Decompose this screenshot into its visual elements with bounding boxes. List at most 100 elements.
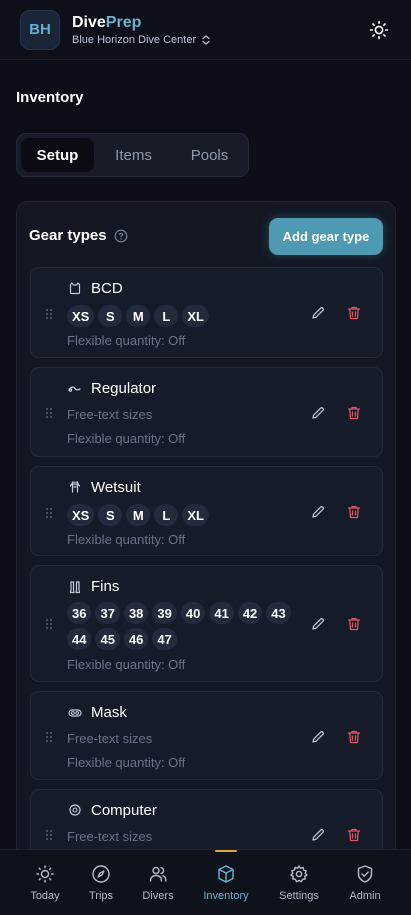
drag-handle-icon[interactable] bbox=[45, 308, 53, 320]
flexible-quantity-status: Flexible quantity: Off bbox=[67, 657, 186, 672]
nav-today[interactable]: Today bbox=[25, 850, 65, 915]
delete-trash-icon[interactable] bbox=[346, 405, 362, 421]
delete-trash-icon[interactable] bbox=[346, 504, 362, 520]
gear-type-card-mask: Mask Free-text sizes Flexible quantity: … bbox=[30, 691, 383, 780]
theme-toggle-sun-icon[interactable] bbox=[369, 20, 389, 40]
app-name: DivePrep bbox=[72, 13, 142, 31]
flexible-quantity-status: Flexible quantity: Off bbox=[67, 333, 186, 348]
nav-label: Admin bbox=[349, 890, 381, 902]
mask-icon bbox=[68, 709, 82, 717]
gear-type-name: BCD bbox=[91, 280, 123, 297]
delete-trash-icon[interactable] bbox=[346, 305, 362, 321]
app-header: BH DivePrep Blue Horizon Dive Center bbox=[0, 0, 411, 60]
computer-icon bbox=[69, 804, 81, 816]
size-chips: 36 37 38 39 40 41 42 43 44 45 46 47 bbox=[67, 602, 307, 650]
size-chip: L bbox=[154, 305, 179, 327]
inventory-tabs: Setup Items Pools bbox=[16, 133, 249, 177]
org-logo[interactable]: BH bbox=[20, 9, 60, 50]
size-chip: 39 bbox=[152, 602, 177, 624]
drag-handle-icon[interactable] bbox=[45, 407, 53, 419]
gear-type-card-bcd: BCD XS S M L XL Flexible quantity: Off bbox=[30, 267, 383, 358]
wetsuit-icon bbox=[69, 481, 81, 493]
box-icon bbox=[218, 865, 234, 883]
size-chip: 47 bbox=[152, 628, 177, 650]
nav-divers[interactable]: Divers bbox=[136, 850, 180, 915]
free-text-sizes-label: Free-text sizes bbox=[67, 407, 153, 422]
help-icon[interactable] bbox=[114, 229, 128, 243]
users-icon bbox=[149, 866, 167, 882]
gear-type-name: Wetsuit bbox=[91, 479, 141, 496]
add-gear-type-button[interactable]: Add gear type bbox=[269, 218, 383, 255]
size-chip: L bbox=[154, 504, 179, 526]
fins-icon bbox=[69, 581, 81, 594]
nav-label: Settings bbox=[279, 890, 319, 902]
regulator-icon bbox=[68, 386, 81, 392]
compass-icon bbox=[92, 865, 110, 883]
edit-pencil-icon[interactable] bbox=[310, 827, 326, 843]
drag-handle-icon[interactable] bbox=[45, 507, 53, 519]
brand: DivePrep Blue Horizon Dive Center bbox=[72, 14, 210, 46]
gear-types-heading: Gear types bbox=[29, 227, 128, 244]
size-chip: 37 bbox=[95, 602, 120, 624]
nav-label: Trips bbox=[88, 890, 114, 902]
gear-icon bbox=[290, 865, 308, 883]
flexible-quantity-status: Flexible quantity: Off bbox=[67, 755, 186, 770]
drag-handle-icon[interactable] bbox=[45, 618, 53, 630]
delete-trash-icon[interactable] bbox=[346, 729, 362, 745]
gear-type-name: Mask bbox=[91, 704, 127, 721]
vest-icon bbox=[69, 282, 81, 295]
size-chip: S bbox=[98, 305, 123, 327]
size-chip: 44 bbox=[67, 628, 92, 650]
edit-pencil-icon[interactable] bbox=[310, 405, 326, 421]
size-chip: 38 bbox=[123, 602, 149, 624]
drag-handle-icon[interactable] bbox=[45, 829, 53, 841]
tab-items[interactable]: Items bbox=[97, 138, 170, 172]
gear-type-card-wetsuit: Wetsuit XS S M L XL Flexible quantity: O… bbox=[30, 466, 383, 556]
gear-type-name: Fins bbox=[91, 578, 120, 595]
gear-type-card-fins: Fins 36 37 38 39 40 41 42 43 44 45 46 47… bbox=[30, 565, 383, 682]
edit-pencil-icon[interactable] bbox=[310, 616, 326, 632]
size-chip: 41 bbox=[209, 602, 234, 624]
size-chip: S bbox=[98, 504, 123, 526]
size-chip: M bbox=[126, 305, 151, 327]
flexible-quantity-status: Flexible quantity: Off bbox=[67, 431, 186, 446]
size-chips: XS S M L XL bbox=[67, 504, 317, 526]
size-chip: 42 bbox=[237, 602, 263, 624]
edit-pencil-icon[interactable] bbox=[310, 504, 326, 520]
nav-trips[interactable]: Trips bbox=[81, 850, 121, 915]
bottom-nav: Today Trips Divers Inventory Settings Ad… bbox=[0, 849, 411, 915]
nav-inventory[interactable]: Inventory bbox=[199, 850, 253, 915]
nav-label: Divers bbox=[142, 890, 174, 902]
nav-label: Inventory bbox=[203, 890, 249, 902]
delete-trash-icon[interactable] bbox=[346, 827, 362, 843]
tab-pools[interactable]: Pools bbox=[173, 138, 246, 172]
size-chip: XS bbox=[67, 305, 95, 327]
size-chip: M bbox=[126, 504, 151, 526]
page-title: Inventory bbox=[16, 89, 84, 106]
nav-admin[interactable]: Admin bbox=[344, 850, 386, 915]
gear-types-title: Gear types bbox=[29, 227, 107, 244]
flexible-quantity-status: Flexible quantity: Off bbox=[67, 532, 186, 547]
tab-setup[interactable]: Setup bbox=[21, 138, 94, 172]
gear-types-panel: Gear types Add gear type BCD XS S M L XL… bbox=[16, 201, 396, 915]
org-switcher[interactable]: Blue Horizon Dive Center bbox=[72, 34, 210, 46]
org-name: Blue Horizon Dive Center bbox=[72, 33, 197, 46]
size-chip: XL bbox=[182, 504, 209, 526]
size-chip: 46 bbox=[123, 628, 149, 650]
shield-icon bbox=[357, 865, 373, 883]
size-chip: 45 bbox=[95, 628, 120, 650]
drag-handle-icon[interactable] bbox=[45, 731, 53, 743]
nav-settings[interactable]: Settings bbox=[274, 850, 324, 915]
delete-trash-icon[interactable] bbox=[346, 616, 362, 632]
active-tab-indicator bbox=[215, 850, 237, 852]
size-chip: 36 bbox=[67, 602, 92, 624]
free-text-sizes-label: Free-text sizes bbox=[67, 829, 153, 844]
logo-initials: BH bbox=[29, 21, 51, 38]
edit-pencil-icon[interactable] bbox=[310, 729, 326, 745]
size-chip: XL bbox=[182, 305, 209, 327]
size-chip: XS bbox=[67, 504, 95, 526]
nav-label: Today bbox=[30, 890, 60, 902]
free-text-sizes-label: Free-text sizes bbox=[67, 731, 153, 746]
gear-type-name: Regulator bbox=[91, 380, 157, 397]
edit-pencil-icon[interactable] bbox=[310, 305, 326, 321]
